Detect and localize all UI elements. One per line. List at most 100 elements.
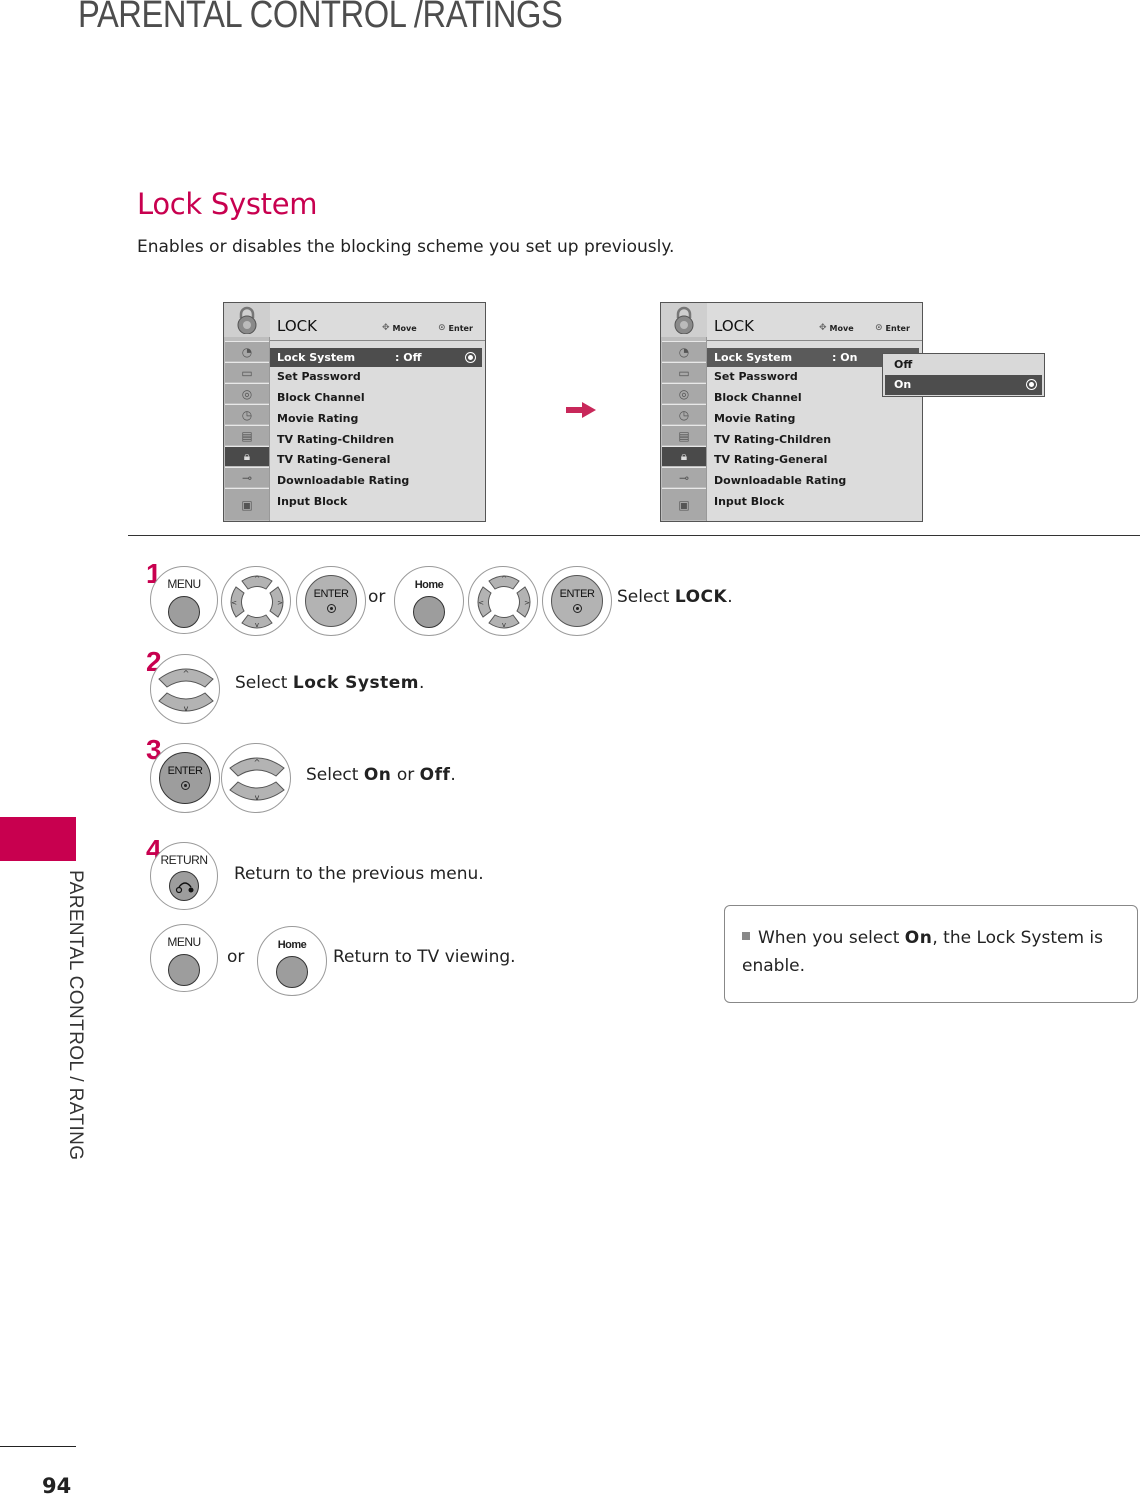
menu-item-block-channel[interactable]: Block Channel <box>714 391 802 404</box>
enter-hint-label: Enter <box>448 323 473 333</box>
enter-icon <box>465 352 476 363</box>
menu-item-tv-rating-general[interactable]: TV Rating-General <box>277 453 390 466</box>
nav-pad-button[interactable]: ^ v < > <box>468 566 538 636</box>
enter-icon <box>1026 379 1037 390</box>
header-divider <box>270 340 485 341</box>
page-title: PARENTAL CONTROL /RATINGS <box>78 0 563 36</box>
cable-icon: ⊸ <box>662 467 706 487</box>
menu-item-set-password[interactable]: Set Password <box>277 370 361 383</box>
side-section-label: PARENTAL CONTROL / RATING <box>65 870 86 1161</box>
menu-button[interactable]: MENU <box>150 566 218 634</box>
move-arrows-icon: ✥ <box>819 323 827 333</box>
step-2-prefix: Select <box>235 673 293 693</box>
enter-hint: ⊙ Enter <box>875 323 910 333</box>
home-button-face <box>413 596 445 628</box>
four-way-arrows-icon: ^ v < > <box>230 575 284 629</box>
svg-text:^: ^ <box>183 669 190 678</box>
enter-button-label: ENTER <box>559 588 595 600</box>
satellite-icon: ◔ <box>662 341 706 361</box>
speaker-icon: ◎ <box>662 383 706 403</box>
section-divider <box>128 535 1140 536</box>
menu-item-movie-rating[interactable]: Movie Rating <box>714 412 795 425</box>
return-button-face <box>169 871 199 901</box>
header-divider <box>707 340 922 341</box>
nav-pad-button[interactable]: ^ v < > <box>221 566 291 636</box>
menu-item-input-block[interactable]: Input Block <box>277 495 347 508</box>
step-3-prefix: Select <box>306 765 364 785</box>
menu-item-set-password[interactable]: Set Password <box>714 370 798 383</box>
enter-button-label: ENTER <box>167 765 203 777</box>
menu-button-face <box>168 954 200 986</box>
photo-icon: ▣ <box>662 488 706 520</box>
osd-menu-before: ◔ ▭ ◎ ◷ ▤ 🔒︎ ⊸ ▣ LOCK ✥ Move ⊙ Enter Lock … <box>223 302 486 522</box>
menu-button-face <box>168 596 200 628</box>
note-bold: On <box>904 928 933 948</box>
enter-icon <box>180 781 190 790</box>
enter-button-face: ENTER <box>305 575 357 627</box>
right-arrow-icon <box>566 402 596 418</box>
svg-text:>: > <box>524 599 530 607</box>
step-3-suffix: . <box>450 765 456 785</box>
satellite-icon: ◔ <box>225 341 269 361</box>
side-tab-marker <box>0 817 76 861</box>
menu-item-block-channel[interactable]: Block Channel <box>277 391 365 404</box>
menu-item-tv-rating-general[interactable]: TV Rating-General <box>714 453 827 466</box>
step-1-suffix: . <box>727 587 733 607</box>
svg-text:^: ^ <box>501 575 507 583</box>
or-text: or <box>227 947 245 967</box>
up-down-button[interactable]: ^ v <box>150 654 220 724</box>
home-button[interactable]: Home <box>257 926 327 996</box>
enter-button[interactable]: ENTER <box>542 566 612 636</box>
menu-item-downloadable-rating[interactable]: Downloadable Rating <box>277 474 409 487</box>
menu-item-tv-rating-children[interactable]: TV Rating-Children <box>277 433 394 446</box>
home-button[interactable]: Home <box>394 566 464 636</box>
step-3-instruction: Select On or Off. <box>306 765 456 785</box>
move-hint-label: Move <box>829 323 854 333</box>
svg-text:v: v <box>502 621 506 629</box>
popup-option-on[interactable]: On <box>885 375 1042 395</box>
toolbox-icon: ▤ <box>662 425 706 445</box>
lock-icon <box>224 303 270 337</box>
step-5-instruction: Return to TV viewing. <box>333 947 516 967</box>
svg-text:^: ^ <box>254 758 261 767</box>
osd-icon-column: ◔ ▭ ◎ ◷ ▤ 🔒︎ ⊸ ▣ <box>661 303 707 521</box>
home-button-label: Home <box>277 939 307 951</box>
enter-hint: ⊙ Enter <box>438 323 473 333</box>
menu-item-input-block[interactable]: Input Block <box>714 495 784 508</box>
four-way-arrows-icon: ^ v < > <box>477 575 531 629</box>
popup-option-on-label: On <box>894 378 912 391</box>
page-number: 94 <box>42 1474 72 1498</box>
svg-text:v: v <box>184 704 189 713</box>
padlock-icon: 🔒︎ <box>662 446 706 466</box>
enter-icon: ⊙ <box>438 323 446 333</box>
enter-button-face: ENTER <box>159 752 211 804</box>
menu-item-downloadable-rating[interactable]: Downloadable Rating <box>714 474 846 487</box>
enter-button[interactable]: ENTER <box>150 743 220 813</box>
lock-icon <box>661 303 707 337</box>
popup-option-off[interactable]: Off <box>885 355 1042 375</box>
up-down-button[interactable]: ^ v <box>221 743 291 813</box>
return-button-label: RETURN <box>160 853 209 867</box>
svg-text:v: v <box>255 621 259 629</box>
padlock-icon: 🔒︎ <box>225 446 269 466</box>
svg-text:^: ^ <box>254 575 260 583</box>
menu-item-movie-rating[interactable]: Movie Rating <box>277 412 358 425</box>
svg-text:>: > <box>277 599 283 607</box>
menu-item-lock-system[interactable]: Lock System : Off <box>270 348 482 367</box>
section-heading: Lock System <box>137 187 318 221</box>
clock-icon: ◷ <box>662 404 706 424</box>
step-3-option-on: On <box>363 765 392 785</box>
menu-button-label: MENU <box>167 577 201 591</box>
move-hint-label: Move <box>392 323 417 333</box>
up-down-arrows-icon: ^ v <box>158 668 214 713</box>
return-button[interactable]: RETURN <box>150 842 218 910</box>
menu-item-tv-rating-children[interactable]: TV Rating-Children <box>714 433 831 446</box>
osd-menu-title: LOCK <box>277 317 317 335</box>
lock-system-value: : Off <box>395 351 422 364</box>
menu-button[interactable]: MENU <box>150 924 218 992</box>
enter-button[interactable]: ENTER <box>296 566 366 636</box>
step-1-target: LOCK <box>674 587 728 607</box>
svg-text:<: < <box>478 599 484 607</box>
home-button-label: Home <box>414 579 444 591</box>
step-3-or: or <box>391 765 420 785</box>
